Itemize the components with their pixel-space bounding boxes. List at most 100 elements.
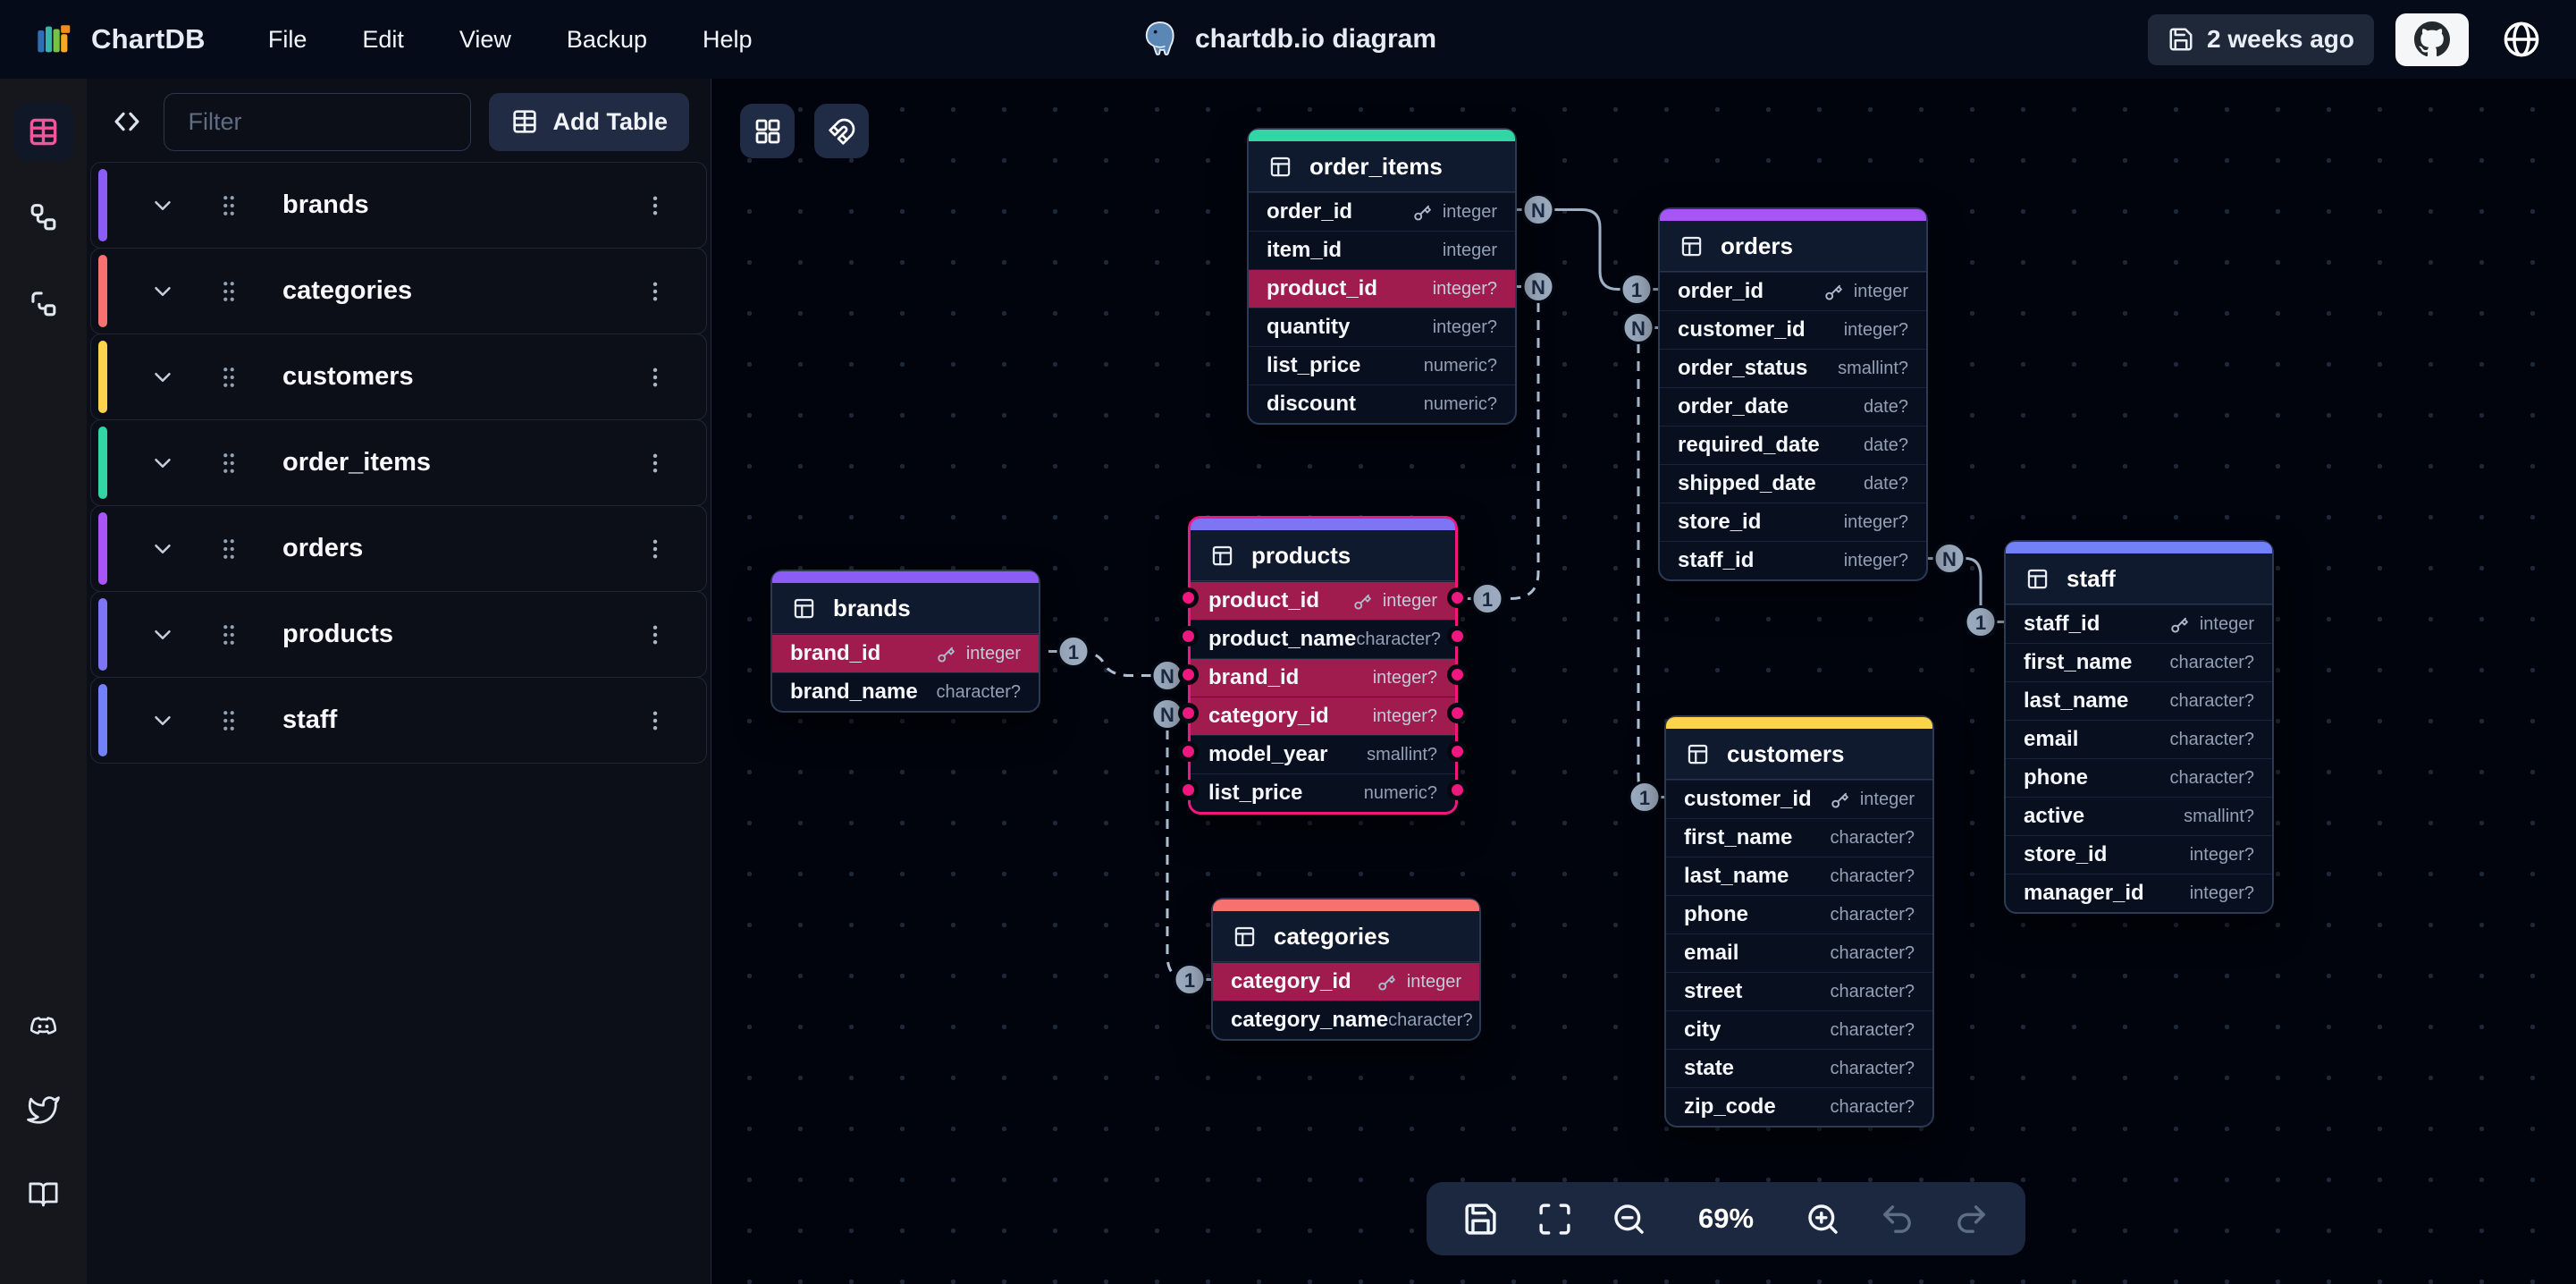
save-diagram-button[interactable] xyxy=(1462,1201,1499,1238)
connection-handle[interactable] xyxy=(1178,741,1199,762)
diagram-canvas[interactable]: N1N1N1N1N1N1 order_itemsorder_idintegeri… xyxy=(711,79,2576,1284)
column-row-email[interactable]: emailcharacter? xyxy=(2006,720,2272,758)
column-row-order_id[interactable]: order_idinteger xyxy=(1249,192,1515,231)
column-row-brand_id[interactable]: brand_idinteger? xyxy=(1191,658,1455,697)
show-all-tables-button[interactable] xyxy=(740,104,795,158)
chevron-down-icon[interactable] xyxy=(148,277,177,306)
relationships-tool-button[interactable] xyxy=(14,188,73,247)
connection-handle[interactable] xyxy=(1447,741,1468,762)
column-row-order_date[interactable]: order_datedate? xyxy=(1660,387,1926,426)
column-row-shipped_date[interactable]: shipped_datedate? xyxy=(1660,464,1926,503)
menu-help[interactable]: Help xyxy=(699,21,756,59)
column-row-staff_id[interactable]: staff_idinteger? xyxy=(1660,541,1926,579)
table-header[interactable]: order_items xyxy=(1249,141,1515,192)
diagram-table-categories[interactable]: categoriescategory_idintegercategory_nam… xyxy=(1211,898,1481,1041)
column-row-customer_id[interactable]: customer_idinteger? xyxy=(1660,310,1926,349)
connection-handle[interactable] xyxy=(1178,703,1199,723)
column-row-model_year[interactable]: model_yearsmallint? xyxy=(1191,735,1455,773)
zoom-in-button[interactable] xyxy=(1805,1201,1841,1238)
column-row-category_id[interactable]: category_idinteger? xyxy=(1191,697,1455,735)
drag-handle-icon[interactable] xyxy=(215,619,243,651)
drag-handle-icon[interactable] xyxy=(215,447,243,479)
table-menu-icon[interactable] xyxy=(642,190,669,221)
connection-handle[interactable] xyxy=(1447,780,1468,800)
fit-view-button[interactable] xyxy=(1536,1201,1573,1238)
column-row-discount[interactable]: discountnumeric? xyxy=(1249,384,1515,423)
table-header[interactable]: orders xyxy=(1660,221,1926,272)
column-row-manager_id[interactable]: manager_idinteger? xyxy=(2006,874,2272,912)
column-row-last_name[interactable]: last_namecharacter? xyxy=(1666,857,1932,895)
table-list-item-staff[interactable]: staff xyxy=(90,677,707,764)
menu-backup[interactable]: Backup xyxy=(563,21,651,59)
column-row-category_name[interactable]: category_namecharacter? xyxy=(1213,1001,1479,1039)
column-row-email[interactable]: emailcharacter? xyxy=(1666,933,1932,972)
column-row-state[interactable]: statecharacter? xyxy=(1666,1049,1932,1087)
diagram-table-brands[interactable]: brandsbrand_idintegerbrand_namecharacter… xyxy=(770,570,1040,713)
github-button[interactable] xyxy=(2395,13,2469,66)
column-row-city[interactable]: citycharacter? xyxy=(1666,1010,1932,1049)
chevron-down-icon[interactable] xyxy=(148,535,177,563)
column-row-store_id[interactable]: store_idinteger? xyxy=(1660,503,1926,541)
table-list-item-orders[interactable]: orders xyxy=(90,505,707,592)
diagram-table-products[interactable]: productsproduct_idintegerproduct_namecha… xyxy=(1188,516,1458,815)
column-row-item_id[interactable]: item_idinteger xyxy=(1249,231,1515,269)
table-header[interactable]: staff xyxy=(2006,553,2272,604)
column-row-zip_code[interactable]: zip_codecharacter? xyxy=(1666,1087,1932,1126)
drag-handle-icon[interactable] xyxy=(215,361,243,393)
redo-button[interactable] xyxy=(1953,1201,1990,1238)
connection-handle[interactable] xyxy=(1178,626,1199,646)
column-row-product_name[interactable]: product_namecharacter? xyxy=(1191,620,1455,658)
add-table-button[interactable]: Add Table xyxy=(489,93,689,151)
chevron-down-icon[interactable] xyxy=(148,706,177,735)
column-row-active[interactable]: activesmallint? xyxy=(2006,797,2272,835)
discord-button[interactable] xyxy=(14,996,73,1055)
table-header[interactable]: products xyxy=(1191,530,1455,581)
table-menu-icon[interactable] xyxy=(642,534,669,564)
column-row-order_status[interactable]: order_statussmallint? xyxy=(1660,349,1926,387)
menu-view[interactable]: View xyxy=(456,21,515,59)
column-row-category_id[interactable]: category_idinteger xyxy=(1213,962,1479,1001)
column-row-list_price[interactable]: list_pricenumeric? xyxy=(1191,773,1455,812)
table-list-item-order_items[interactable]: order_items xyxy=(90,419,707,506)
chevron-down-icon[interactable] xyxy=(148,449,177,477)
zoom-level[interactable]: 69% xyxy=(1685,1203,1767,1235)
undo-button[interactable] xyxy=(1879,1201,1915,1238)
column-row-staff_id[interactable]: staff_idinteger xyxy=(2006,604,2272,643)
chartdb-logo-icon[interactable] xyxy=(34,19,75,60)
table-header[interactable]: brands xyxy=(772,583,1039,634)
column-row-store_id[interactable]: store_idinteger? xyxy=(2006,835,2272,874)
diagram-table-staff[interactable]: staffstaff_idintegerfirst_namecharacter?… xyxy=(2004,540,2274,914)
zoom-out-button[interactable] xyxy=(1611,1201,1647,1238)
docs-button[interactable] xyxy=(14,1164,73,1223)
diagram-title-group[interactable]: chartdb.io diagram xyxy=(1140,19,1436,60)
connection-handle[interactable] xyxy=(1178,587,1199,608)
table-header[interactable]: categories xyxy=(1213,911,1479,962)
drag-handle-icon[interactable] xyxy=(215,705,243,737)
table-list-item-brands[interactable]: brands xyxy=(90,162,707,249)
column-row-last_name[interactable]: last_namecharacter? xyxy=(2006,681,2272,720)
twitter-button[interactable] xyxy=(14,1080,73,1139)
column-row-product_id[interactable]: product_idinteger? xyxy=(1249,269,1515,308)
column-row-first_name[interactable]: first_namecharacter? xyxy=(1666,818,1932,857)
dependencies-tool-button[interactable] xyxy=(14,274,73,333)
column-row-customer_id[interactable]: customer_idinteger xyxy=(1666,780,1932,818)
drag-handle-icon[interactable] xyxy=(215,275,243,308)
table-list-item-categories[interactable]: categories xyxy=(90,248,707,334)
table-menu-icon[interactable] xyxy=(642,705,669,736)
connection-handle[interactable] xyxy=(1178,780,1199,800)
column-row-phone[interactable]: phonecharacter? xyxy=(2006,758,2272,797)
table-menu-icon[interactable] xyxy=(642,448,669,478)
menu-edit[interactable]: Edit xyxy=(358,21,408,59)
table-menu-icon[interactable] xyxy=(642,276,669,307)
column-row-phone[interactable]: phonecharacter? xyxy=(1666,895,1932,933)
connection-handle[interactable] xyxy=(1447,703,1468,723)
connection-handle[interactable] xyxy=(1447,664,1468,685)
menu-file[interactable]: File xyxy=(265,21,311,59)
table-list-item-customers[interactable]: customers xyxy=(90,334,707,420)
column-row-required_date[interactable]: required_datedate? xyxy=(1660,426,1926,464)
chevron-down-icon[interactable] xyxy=(148,363,177,392)
column-row-brand_id[interactable]: brand_idinteger xyxy=(772,634,1039,672)
filter-input[interactable] xyxy=(164,93,471,151)
column-row-list_price[interactable]: list_pricenumeric? xyxy=(1249,346,1515,384)
column-row-street[interactable]: streetcharacter? xyxy=(1666,972,1932,1010)
